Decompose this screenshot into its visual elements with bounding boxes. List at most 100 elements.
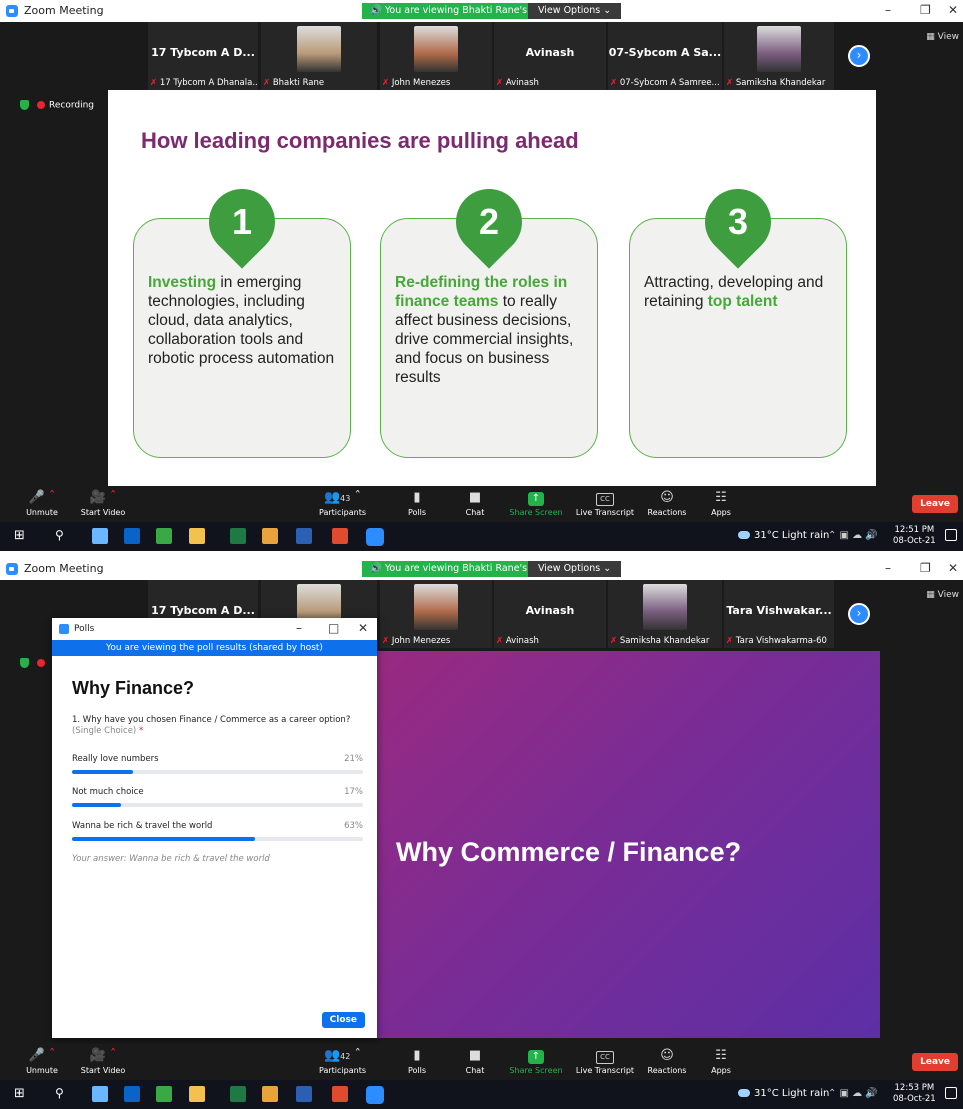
view-options-button[interactable]: View Options ⌄ bbox=[528, 561, 622, 577]
share-screen-button[interactable]: ↑ Share Screen bbox=[508, 1046, 564, 1075]
polls-button[interactable]: ▮ Polls bbox=[402, 1046, 432, 1075]
muted-mic-icon: ✗ bbox=[610, 78, 618, 88]
word-icon[interactable] bbox=[296, 1086, 312, 1102]
participant-video bbox=[414, 26, 458, 72]
participant-tile[interactable]: Avinash ✗ Avinash bbox=[494, 580, 606, 648]
chat-button[interactable]: ■ Chat bbox=[460, 488, 490, 517]
gallery-view-button[interactable]: ▦ View bbox=[926, 590, 959, 600]
muted-mic-icon: ✗ bbox=[382, 636, 390, 646]
participant-tile[interactable]: Tara Vishwakar... ✗ Tara Vishwakarma-60 bbox=[724, 580, 834, 648]
outlook-icon[interactable] bbox=[124, 1086, 140, 1102]
poll-result-bar bbox=[72, 837, 363, 841]
poll-option: Not much choice 17% bbox=[72, 787, 363, 807]
system-tray[interactable]: ⌃ ▣ ☁ 🔊 bbox=[828, 1088, 878, 1099]
leave-button[interactable]: Leave bbox=[912, 495, 958, 513]
leave-button[interactable]: Leave bbox=[912, 1053, 958, 1071]
excel-icon[interactable] bbox=[230, 1086, 246, 1102]
apps-button[interactable]: ☷ Apps bbox=[706, 1046, 736, 1075]
notification-icon[interactable] bbox=[945, 1087, 957, 1099]
cloud-icon bbox=[738, 1089, 750, 1097]
chrome-icon[interactable] bbox=[332, 528, 348, 544]
participants-icon: 👥42 ˆ bbox=[323, 1048, 361, 1063]
search-icon[interactable]: ⚲ bbox=[55, 528, 64, 542]
app-icon[interactable] bbox=[156, 528, 172, 544]
outlook-icon[interactable] bbox=[124, 528, 140, 544]
word-icon[interactable] bbox=[296, 528, 312, 544]
poll-question: 1. Why have you chosen Finance / Commerc… bbox=[72, 715, 351, 736]
participant-tile[interactable]: 07-Sybcom A Sa... ✗ 07-Sybcom A Samree... bbox=[608, 22, 722, 90]
poll-results-banner: You are viewing the poll results (shared… bbox=[52, 640, 377, 656]
participants-button[interactable]: 👥43 ˆ Participants bbox=[315, 488, 370, 517]
participant-tile[interactable]: ✗ John Menezes bbox=[380, 22, 492, 90]
notification-icon[interactable] bbox=[945, 529, 957, 541]
polls-button[interactable]: ▮ Polls bbox=[402, 488, 432, 517]
maximize-icon[interactable]: □ bbox=[328, 621, 339, 635]
close-button[interactable]: Close bbox=[321, 1012, 365, 1028]
unmute-button[interactable]: 🎤 ˆ Unmute bbox=[22, 1046, 62, 1075]
restore-icon[interactable]: ❐ bbox=[920, 3, 931, 17]
close-icon[interactable]: ✕ bbox=[948, 561, 958, 575]
participant-tile[interactable]: 17 Tybcom A D... ✗ 17 Tybcom A Dhanala... bbox=[148, 22, 258, 90]
participant-video bbox=[297, 26, 341, 72]
recording-indicator[interactable] bbox=[20, 658, 49, 669]
recording-indicator[interactable]: Recording bbox=[20, 100, 94, 111]
meeting-toolbar: 🎤 ˆ Unmute 🎥 ˆ Start Video 👥42 ˆ Participan… bbox=[0, 1044, 963, 1080]
window-titlebar: Zoom Meeting 🔊 You are viewing Bhakti Ra… bbox=[0, 558, 963, 580]
excel-icon[interactable] bbox=[230, 528, 246, 544]
chrome-icon[interactable] bbox=[262, 1086, 278, 1102]
view-options-button[interactable]: View Options ⌄ bbox=[528, 3, 622, 19]
weather-widget[interactable]: 31°C Light rain bbox=[738, 530, 829, 541]
gallery-view-button[interactable]: ▦ View bbox=[926, 32, 959, 42]
start-video-button[interactable]: 🎥 ˆ Start Video bbox=[78, 488, 128, 517]
live-transcript-button[interactable]: CC Live Transcript bbox=[574, 488, 636, 517]
clock[interactable]: 12:51 PM 08-Oct-21 bbox=[893, 525, 936, 547]
reactions-icon: ☺ bbox=[660, 1048, 674, 1063]
system-tray[interactable]: ⌃ ▣ ☁ 🔊 bbox=[828, 530, 878, 541]
zoom-taskbar-icon[interactable] bbox=[366, 528, 384, 546]
next-page-arrow-icon[interactable]: › bbox=[848, 603, 870, 625]
minimize-icon[interactable]: – bbox=[296, 621, 302, 635]
reactions-button[interactable]: ☺ Reactions bbox=[642, 488, 692, 517]
restore-icon[interactable]: ❐ bbox=[920, 561, 931, 575]
card-text: Investing in emerging technologies, incl… bbox=[148, 274, 335, 367]
folder-icon[interactable] bbox=[189, 528, 205, 544]
participant-name-large: Avinash bbox=[525, 46, 575, 59]
chrome-icon[interactable] bbox=[332, 1086, 348, 1102]
participant-tile[interactable]: ✗ Samiksha Khandekar bbox=[724, 22, 834, 90]
app-icon[interactable] bbox=[156, 1086, 172, 1102]
close-icon[interactable]: ✕ bbox=[358, 621, 368, 635]
poll-option: Wanna be rich & travel the world 63% bbox=[72, 821, 363, 841]
live-transcript-button[interactable]: CC Live Transcript bbox=[574, 1046, 636, 1075]
apps-button[interactable]: ☷ Apps bbox=[706, 488, 736, 517]
participants-icon: 👥43 ˆ bbox=[323, 490, 361, 505]
participant-tile[interactable]: ✗ John Menezes bbox=[380, 580, 492, 648]
poll-option: Really love numbers 21% bbox=[72, 754, 363, 774]
edge-icon[interactable] bbox=[92, 528, 108, 544]
participant-tile[interactable]: ✗ Bhakti Rane bbox=[261, 22, 377, 90]
weather-widget[interactable]: 31°C Light rain bbox=[738, 1088, 829, 1099]
next-page-arrow-icon[interactable]: › bbox=[848, 45, 870, 67]
search-icon[interactable]: ⚲ bbox=[55, 1086, 64, 1100]
edge-icon[interactable] bbox=[92, 1086, 108, 1102]
close-icon[interactable]: ✕ bbox=[948, 3, 958, 17]
card-text: Attracting, developing and retaining top… bbox=[644, 274, 824, 310]
windows-taskbar: ⊞ ⚲ 31°C Light rain ⌃ ▣ ☁ 🔊 12:53 PM 08-O… bbox=[0, 1080, 963, 1109]
chrome-icon[interactable] bbox=[262, 528, 278, 544]
participant-tile[interactable]: ✗ Samiksha Khandekar bbox=[608, 580, 722, 648]
unmute-button[interactable]: 🎤 ˆ Unmute bbox=[22, 488, 62, 517]
clock[interactable]: 12:53 PM 08-Oct-21 bbox=[893, 1083, 936, 1105]
folder-icon[interactable] bbox=[189, 1086, 205, 1102]
windows-start-icon[interactable]: ⊞ bbox=[14, 1086, 25, 1101]
minimize-icon[interactable]: – bbox=[885, 3, 891, 17]
reactions-button[interactable]: ☺ Reactions bbox=[642, 1046, 692, 1075]
participants-button[interactable]: 👥42 ˆ Participants bbox=[315, 1046, 370, 1075]
start-video-button[interactable]: 🎥 ˆ Start Video bbox=[78, 1046, 128, 1075]
chat-button[interactable]: ■ Chat bbox=[460, 1046, 490, 1075]
recording-dot-icon bbox=[37, 659, 45, 667]
windows-start-icon[interactable]: ⊞ bbox=[14, 528, 25, 543]
participant-tile[interactable]: Avinash ✗ Avinash bbox=[494, 22, 606, 90]
zoom-screenshot-2: Zoom Meeting 🔊 You are viewing Bhakti Ra… bbox=[0, 558, 963, 1109]
zoom-taskbar-icon[interactable] bbox=[366, 1086, 384, 1104]
minimize-icon[interactable]: – bbox=[885, 561, 891, 575]
share-screen-button[interactable]: ↑ Share Screen bbox=[508, 488, 564, 517]
